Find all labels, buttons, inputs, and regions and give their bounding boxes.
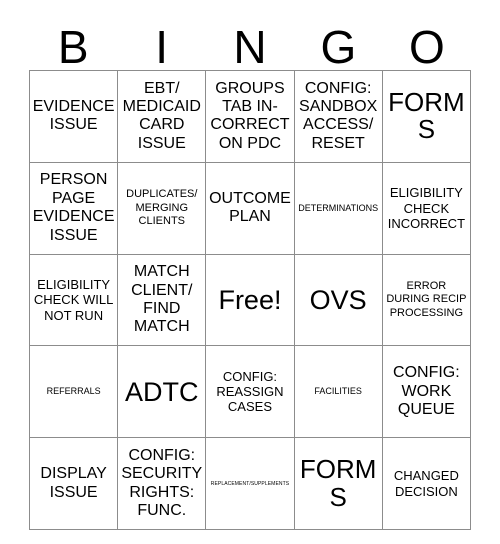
bingo-cell[interactable]: REPLACEMENT/SUPPLEMENTS — [205, 437, 295, 530]
bingo-cell[interactable]: CONFIG: REASSIGN CASES — [205, 345, 295, 439]
bingo-header-letter-n: N — [233, 21, 267, 73]
bingo-cell-label: EBT/ MEDICAID CARD ISSUE — [122, 79, 201, 152]
bingo-cell[interactable]: CONFIG: SANDBOX ACCESS/ RESET — [293, 70, 383, 163]
bingo-grid-body: EVIDENCE ISSUE EBT/ MEDICAID CARD ISSUE … — [28, 70, 472, 530]
bingo-cell-label: CONFIG: SECURITY RIGHTS: FUNC. — [121, 446, 203, 519]
bingo-cell-label: ADTC — [125, 376, 199, 407]
bingo-cell-label: PERSON PAGE EVIDENCE ISSUE — [32, 171, 115, 244]
bingo-cell-label: CONFIG: REASSIGN CASES — [216, 368, 284, 415]
bingo-row: DISPLAY ISSUE CONFIG: SECURITY RIGHTS: F… — [28, 437, 472, 530]
bingo-cell[interactable]: ELIGIBILITY CHECK INCORRECT — [381, 161, 472, 255]
bingo-cell-label: GROUPS TAB IN-CORRECT ON PDC — [210, 79, 290, 152]
bingo-cell[interactable]: CONFIG: WORK QUEUE — [381, 345, 472, 439]
bingo-cell-label: EVIDENCE ISSUE — [32, 98, 115, 134]
bingo-cell-label: ELIGIBILITY CHECK INCORRECT — [387, 185, 466, 231]
bingo-cell[interactable]: FORMS — [293, 437, 383, 530]
bingo-cell[interactable]: GROUPS TAB IN-CORRECT ON PDC — [205, 70, 295, 163]
bingo-cell[interactable]: ERROR DURING RECIP PROCESSING — [381, 253, 472, 347]
bingo-cell[interactable]: DISPLAY ISSUE — [28, 437, 119, 530]
bingo-cell-label: DUPLICATES/ MERGING CLIENTS — [126, 188, 198, 227]
bingo-cell[interactable]: DETERMINATIONS — [293, 161, 383, 255]
bingo-row: EVIDENCE ISSUE EBT/ MEDICAID CARD ISSUE … — [28, 70, 472, 163]
bingo-cell[interactable]: OUTCOME PLAN — [205, 161, 295, 255]
bingo-cell-label: ERROR DURING RECIP PROCESSING — [386, 280, 467, 319]
bingo-cell[interactable]: DUPLICATES/ MERGING CLIENTS — [117, 161, 207, 255]
bingo-cell[interactable]: ADTC — [117, 345, 207, 439]
bingo-header-letter-b: B — [57, 21, 89, 73]
bingo-row: PERSON PAGE EVIDENCE ISSUE DUPLICATES/ M… — [28, 161, 472, 255]
bingo-row: ELIGIBILITY CHECK WILL NOT RUN MATCH CLI… — [28, 253, 472, 347]
bingo-cell[interactable]: CHANGED DECISION — [381, 437, 472, 530]
bingo-cell[interactable]: FORMS — [381, 70, 472, 163]
bingo-cell-label: DISPLAY ISSUE — [40, 465, 107, 501]
bingo-cell-label: CONFIG: SANDBOX ACCESS/ RESET — [299, 79, 378, 152]
bingo-row: REFERRALS ADTC CONFIG: REASSIGN CASES FA… — [28, 345, 472, 439]
bingo-cell-label: REFERRALS — [46, 386, 101, 397]
bingo-card: B I N G O EVIDENCE ISSUE EBT/ MEDICAID C… — [0, 0, 500, 544]
bingo-header-letter-o: O — [408, 21, 445, 73]
bingo-cell-label: CONFIG: WORK QUEUE — [393, 364, 460, 418]
bingo-cell-free[interactable]: Free! — [205, 253, 295, 347]
bingo-cell[interactable]: EBT/ MEDICAID CARD ISSUE — [117, 70, 207, 163]
bingo-cell-label: Free! — [218, 284, 282, 315]
bingo-cell-label: DETERMINATIONS — [298, 202, 379, 213]
bingo-cell-label: OUTCOME PLAN — [209, 189, 291, 226]
bingo-cell[interactable]: PERSON PAGE EVIDENCE ISSUE — [28, 161, 119, 255]
bingo-cell[interactable]: REFERRALS — [28, 345, 119, 439]
bingo-cell-label: CHANGED DECISION — [393, 468, 459, 499]
bingo-cell[interactable]: OVS — [293, 253, 383, 347]
bingo-cell[interactable]: FACILITIES — [293, 345, 383, 439]
bingo-cell-label: REPLACEMENT/SUPPLEMENTS — [210, 480, 290, 487]
bingo-cell[interactable]: EVIDENCE ISSUE — [28, 70, 119, 163]
bingo-cell-label: FACILITIES — [314, 386, 362, 397]
bingo-cell-label: MATCH CLIENT/ FIND MATCH — [131, 263, 193, 336]
bingo-cell-label: FORMS — [388, 87, 465, 145]
bingo-header-letter-g: G — [320, 21, 357, 73]
bingo-header-letter-i: I — [155, 21, 168, 73]
bingo-cell[interactable]: CONFIG: SECURITY RIGHTS: FUNC. — [117, 437, 207, 530]
bingo-cell-label: FORMS — [299, 454, 377, 512]
bingo-grid: EVIDENCE ISSUE EBT/ MEDICAID CARD ISSUE … — [28, 70, 472, 530]
bingo-cell-label: ELIGIBILITY CHECK WILL NOT RUN — [33, 277, 114, 323]
bingo-cell-label: OVS — [309, 284, 367, 315]
bingo-header-row: B I N G O — [29, 18, 471, 70]
bingo-cell[interactable]: ELIGIBILITY CHECK WILL NOT RUN — [28, 253, 119, 347]
bingo-cell[interactable]: MATCH CLIENT/ FIND MATCH — [117, 253, 207, 347]
